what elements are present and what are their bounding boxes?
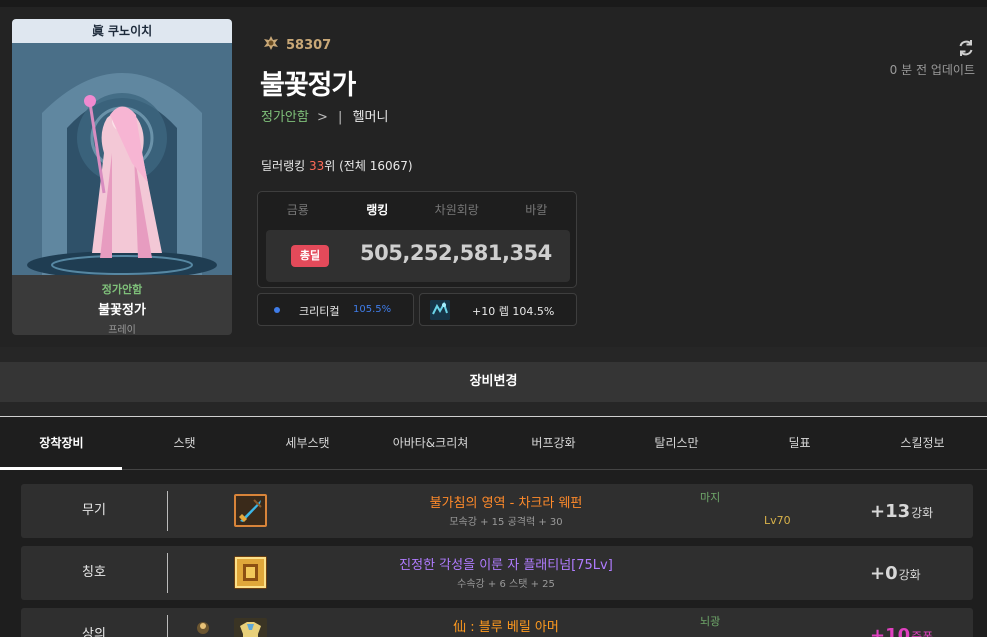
slot-label: 상의 — [82, 627, 106, 637]
title-icon[interactable] — [234, 556, 267, 589]
armor-icon[interactable] — [234, 618, 267, 637]
tab-talisman[interactable]: 탈리스만 — [615, 417, 738, 469]
change-equipment-button[interactable]: 장비변경 — [0, 362, 987, 402]
job-title: 眞 쿠노이치 — [12, 19, 232, 43]
update-status: 0 분 전 업데이트 — [889, 63, 975, 77]
fame-icon — [262, 35, 280, 55]
separator: | — [338, 110, 343, 125]
item-reinforce: +0강화 — [870, 563, 921, 584]
character-name: 불꽃정가 — [260, 70, 356, 101]
critical-panel: 크리티컬 105.5% — [257, 293, 414, 326]
total-damage: 총딜 505,252,581,354 — [266, 230, 570, 282]
total-damage-badge: 총딜 — [291, 245, 329, 267]
dealer-ranking: 딜러랭킹 33위 (전체 16067) — [261, 157, 413, 174]
slot-label: 칭호 — [82, 565, 106, 580]
reinforce-value: +10 — [870, 625, 911, 637]
row-divider — [167, 553, 168, 593]
rank-suffix: 위 (전체 16067) — [324, 159, 413, 173]
character-profile: 眞 쿠노이치 정가안함 불꽃정가 프레이 58307 불꽃정가 정가안함 > |… — [0, 7, 987, 347]
character-portrait — [12, 43, 232, 275]
damage-tab-ranking[interactable]: 랭킹 — [338, 192, 418, 228]
adventure-name[interactable]: 헬머니 — [353, 110, 389, 125]
reinforce-value: +13 — [870, 501, 911, 522]
item-name[interactable]: 진정한 각성을 이룬 자 플래티넘[75Lv] — [306, 554, 706, 573]
creature-panel: +10 렙 104.5% — [419, 293, 577, 326]
fame: 58307 — [262, 35, 331, 55]
equipment-section: 장착장비 스탯 세부스탯 아바타&크리쳐 버프강화 탈리스만 딜표 스킬정보 무… — [0, 416, 987, 637]
equipment-row[interactable]: 무기 불가침의 영역 - 차크라 웨펀 모속강 + 15 공격력 + 30 마지… — [21, 484, 973, 538]
row-divider — [167, 615, 168, 637]
main-tabs: 장착장비 스탯 세부스탯 아바타&크리쳐 버프강화 탈리스만 딜표 스킬정보 — [0, 417, 987, 470]
item-reinforce: +13강화 — [870, 501, 933, 522]
item-options: 모속강 + 15 공격력 + 30 — [449, 517, 563, 528]
equipment-row[interactable]: 상의 仙 : 블루 베릴 아머 뇌광 +10증폭 — [21, 608, 973, 637]
card-guild: 정가안함 — [101, 283, 143, 296]
slot-label: 무기 — [82, 503, 106, 518]
tab-damage-table[interactable]: 딜표 — [738, 417, 861, 469]
item-tag: 뇌광 — [700, 615, 721, 628]
reinforce-unit: 증폭 — [911, 630, 934, 637]
tab-detail-stats[interactable]: 세부스탯 — [246, 417, 369, 469]
item-level: Lv70 — [764, 514, 791, 527]
row-divider — [167, 491, 168, 531]
refresh-icon[interactable] — [956, 38, 976, 58]
creature-info: +10 렙 104.5% — [472, 305, 555, 318]
equipment-row[interactable]: 칭호 진정한 각성을 이룬 자 플래티넘[75Lv] 수속강 + 6 스탯 + … — [21, 546, 973, 600]
creature-icon — [430, 300, 450, 320]
critical-value: 105.5% — [353, 304, 392, 315]
top-strip — [0, 0, 987, 7]
damage-tabs: 금룡 랭킹 차원회랑 바칼 — [258, 192, 576, 228]
fame-value: 58307 — [286, 37, 332, 53]
weapon-icon[interactable] — [234, 494, 267, 527]
damage-panel: 금룡 랭킹 차원회랑 바칼 총딜 505,252,581,354 — [257, 191, 577, 288]
damage-tab-geumryong[interactable]: 금룡 — [258, 192, 338, 228]
damage-tab-bakal[interactable]: 바칼 — [497, 192, 577, 228]
item-options: 수속강 + 6 스탯 + 25 — [457, 579, 555, 590]
tab-equipment[interactable]: 장착장비 — [0, 417, 123, 470]
card-server: 프레이 — [108, 325, 136, 335]
rank-prefix: 딜러랭킹 — [261, 159, 309, 173]
set-effect-icon — [195, 620, 211, 636]
item-name[interactable]: 仙 : 블루 베릴 아머 — [306, 616, 706, 635]
card-footer: 정가안함 불꽃정가 프레이 — [12, 275, 232, 335]
card-character-name: 불꽃정가 — [98, 303, 146, 318]
reinforce-value: +0 — [870, 563, 898, 584]
critical-dot-icon — [274, 307, 280, 313]
tab-stats[interactable]: 스탯 — [123, 417, 246, 469]
tab-avatar-creature[interactable]: 아바타&크리쳐 — [369, 417, 492, 469]
total-damage-value: 505,252,581,354 — [360, 241, 552, 265]
reinforce-unit: 강화 — [898, 568, 921, 582]
item-reinforce: +10증폭 — [870, 625, 933, 637]
guild-link[interactable]: 정가안함 — [261, 110, 309, 125]
rank-number: 33 — [308, 159, 325, 173]
critical-label: 크리티컬 — [299, 305, 340, 318]
character-card: 眞 쿠노이치 정가안함 불꽃정가 프레이 — [12, 19, 232, 335]
tab-skill-info[interactable]: 스킬정보 — [861, 417, 984, 469]
item-name[interactable]: 불가침의 영역 - 차크라 웨펀 — [306, 492, 706, 511]
guild-line: 정가안함 > | 헬머니 — [261, 106, 388, 125]
damage-tab-dimension[interactable]: 차원회랑 — [417, 192, 497, 228]
chevron-right-icon: > — [316, 110, 328, 125]
item-tag: 마지 — [700, 491, 721, 504]
tab-buff[interactable]: 버프강화 — [492, 417, 615, 469]
reinforce-unit: 강화 — [911, 506, 934, 520]
